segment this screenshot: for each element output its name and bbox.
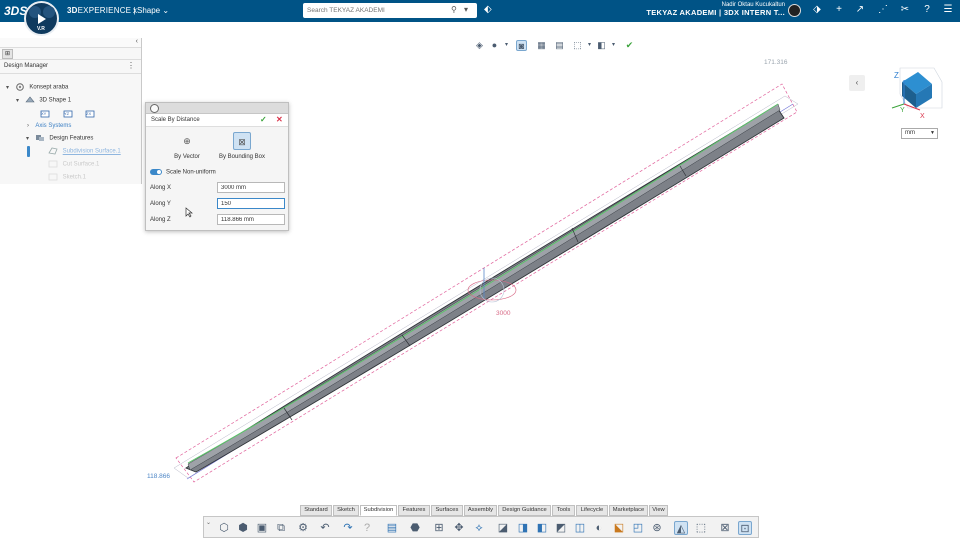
- compass-widget[interactable]: V.R: [24, 1, 59, 36]
- dropdown-arrow-icon[interactable]: ▼: [930, 129, 935, 138]
- along-x-input[interactable]: [217, 182, 285, 193]
- field-row-y: Along Y: [150, 198, 288, 210]
- undo-icon[interactable]: ↷: [341, 521, 355, 535]
- tab-subdivision[interactable]: Subdivision: [360, 505, 397, 516]
- axis-label-y: Y: [900, 107, 905, 114]
- selection-icon[interactable]: ⊡: [738, 521, 752, 535]
- check-icon[interactable]: ✔: [624, 40, 635, 51]
- model-geometry[interactable]: [0, 0, 960, 540]
- mouse-cursor-icon: [185, 207, 193, 218]
- view-cube[interactable]: Z Y X: [880, 64, 950, 124]
- weld-icon[interactable]: ◰: [631, 521, 645, 535]
- scale-modes: ⊕ By Vector ⊠ By Bounding Box: [146, 130, 288, 164]
- tab-view[interactable]: View: [649, 505, 668, 516]
- copy-icon[interactable]: ⧉: [274, 521, 288, 535]
- action-bar-grip-icon[interactable]: ⌄: [206, 519, 211, 526]
- bridge-icon[interactable]: ◩: [554, 521, 568, 535]
- dialog-title-bar: Scale By Distance ✓ ✕: [146, 114, 288, 127]
- face-icon[interactable]: ◨: [516, 521, 530, 535]
- subdivide-icon[interactable]: ◫: [573, 521, 587, 535]
- confirm-icon[interactable]: ✓: [260, 115, 267, 124]
- sweep-icon[interactable]: ⬚: [694, 521, 708, 535]
- close-icon[interactable]: ✕: [276, 115, 283, 124]
- properties-icon[interactable]: ⚙: [296, 521, 310, 535]
- tab-standard[interactable]: Standard: [300, 505, 332, 516]
- scale-icon[interactable]: ◭: [674, 521, 688, 535]
- mode-by-bounding-box[interactable]: ⊠ By Bounding Box: [212, 132, 272, 160]
- product-icon[interactable]: ⬡: [217, 521, 231, 535]
- along-z-input[interactable]: [217, 214, 285, 225]
- cube-icon[interactable]: ⊠: [718, 521, 732, 535]
- axis-label-z: Z: [894, 71, 899, 80]
- dimension-bottom: 118.866: [147, 473, 171, 480]
- dimension-length[interactable]: 3000: [496, 310, 510, 317]
- extrude-icon[interactable]: ◪: [496, 521, 510, 535]
- toggle-label: Scale Non-uniform: [166, 169, 216, 176]
- fit-icon[interactable]: ◙: [516, 40, 527, 51]
- save-icon[interactable]: ▣: [255, 521, 269, 535]
- field-label: Along X: [150, 185, 172, 191]
- dialog-title: Scale By Distance: [151, 117, 200, 123]
- field-row-z: Along Z: [150, 214, 288, 226]
- mode-by-vector[interactable]: ⊕ By Vector: [157, 132, 217, 160]
- tab-lifecycle[interactable]: Lifecycle: [576, 505, 608, 516]
- redo-icon[interactable]: ?: [360, 521, 374, 535]
- side-panel-toggle[interactable]: ‹: [849, 75, 865, 91]
- tab-sketch[interactable]: Sketch: [333, 505, 359, 516]
- hide-show-icon[interactable]: ▤: [554, 40, 565, 51]
- dropdown-icon[interactable]: ▾: [608, 40, 619, 51]
- along-y-input[interactable]: [217, 198, 285, 209]
- tab-marketplace[interactable]: Marketplace: [609, 505, 648, 516]
- dialog-command-icon: [150, 104, 159, 113]
- tab-features[interactable]: Features: [398, 505, 430, 516]
- part-icon[interactable]: ⬢: [236, 521, 250, 535]
- action-bar: ⌄ ⬡ ⬢ ▣ ⧉ ⚙ ↶ ↷ ? ▤ ⬣ ⊞ ✥ ⟡ ◪ ◨ ◧ ◩ ◫ ◐ …: [203, 516, 759, 538]
- dialog-drag-bar[interactable]: [146, 103, 288, 114]
- table-icon[interactable]: ⬣: [408, 521, 422, 535]
- non-uniform-switch[interactable]: [150, 169, 162, 175]
- select-icon[interactable]: ⬚: [572, 40, 583, 51]
- view-icon[interactable]: ◈: [474, 40, 485, 51]
- field-label: Along Z: [150, 217, 171, 223]
- subdivision-box-icon[interactable]: ⊞: [432, 521, 446, 535]
- tab-assembly[interactable]: Assembly: [464, 505, 497, 516]
- tab-surfaces[interactable]: Surfaces: [431, 505, 463, 516]
- grid-icon[interactable]: ✥: [452, 521, 466, 535]
- help-icon[interactable]: ▤: [385, 521, 399, 535]
- field-row-x: Along X: [150, 182, 288, 194]
- scale-dialog: Scale By Distance ✓ ✕ ⊕ By Vector ⊠ By B…: [145, 102, 289, 231]
- edge-icon[interactable]: ◧: [535, 521, 549, 535]
- tab-design-guidance[interactable]: Design Guidance: [498, 505, 551, 516]
- mode-label: By Vector: [174, 154, 200, 160]
- axis-label-x: X: [920, 113, 925, 120]
- vector-icon[interactable]: ⊕: [178, 132, 196, 150]
- non-uniform-toggle-row[interactable]: Scale Non-uniform: [150, 169, 216, 176]
- section-icon[interactable]: ▦: [536, 40, 547, 51]
- tab-tools[interactable]: Tools: [552, 505, 575, 516]
- play-icon[interactable]: [38, 14, 46, 24]
- unit-select[interactable]: mm ▼: [901, 128, 938, 139]
- shell-icon[interactable]: ⊛: [650, 521, 664, 535]
- gear-icon[interactable]: ↶: [318, 521, 332, 535]
- move-icon[interactable]: ⟡: [472, 521, 486, 535]
- cube-icon[interactable]: ◧: [596, 40, 607, 51]
- mode-label: By Bounding Box: [218, 154, 266, 160]
- unit-value: mm: [905, 130, 915, 136]
- dropdown-icon[interactable]: ▾: [501, 40, 512, 51]
- dimension-top: 171.316: [764, 59, 788, 66]
- render-icon[interactable]: ●: [489, 40, 500, 51]
- crease-icon[interactable]: ⬕: [612, 521, 626, 535]
- dropdown-icon[interactable]: ▾: [584, 40, 595, 51]
- field-label: Along Y: [150, 201, 171, 207]
- bounding-box-icon[interactable]: ⊠: [233, 132, 251, 150]
- compass-version: V.R: [37, 26, 45, 32]
- mirror-icon[interactable]: ◐: [592, 521, 606, 535]
